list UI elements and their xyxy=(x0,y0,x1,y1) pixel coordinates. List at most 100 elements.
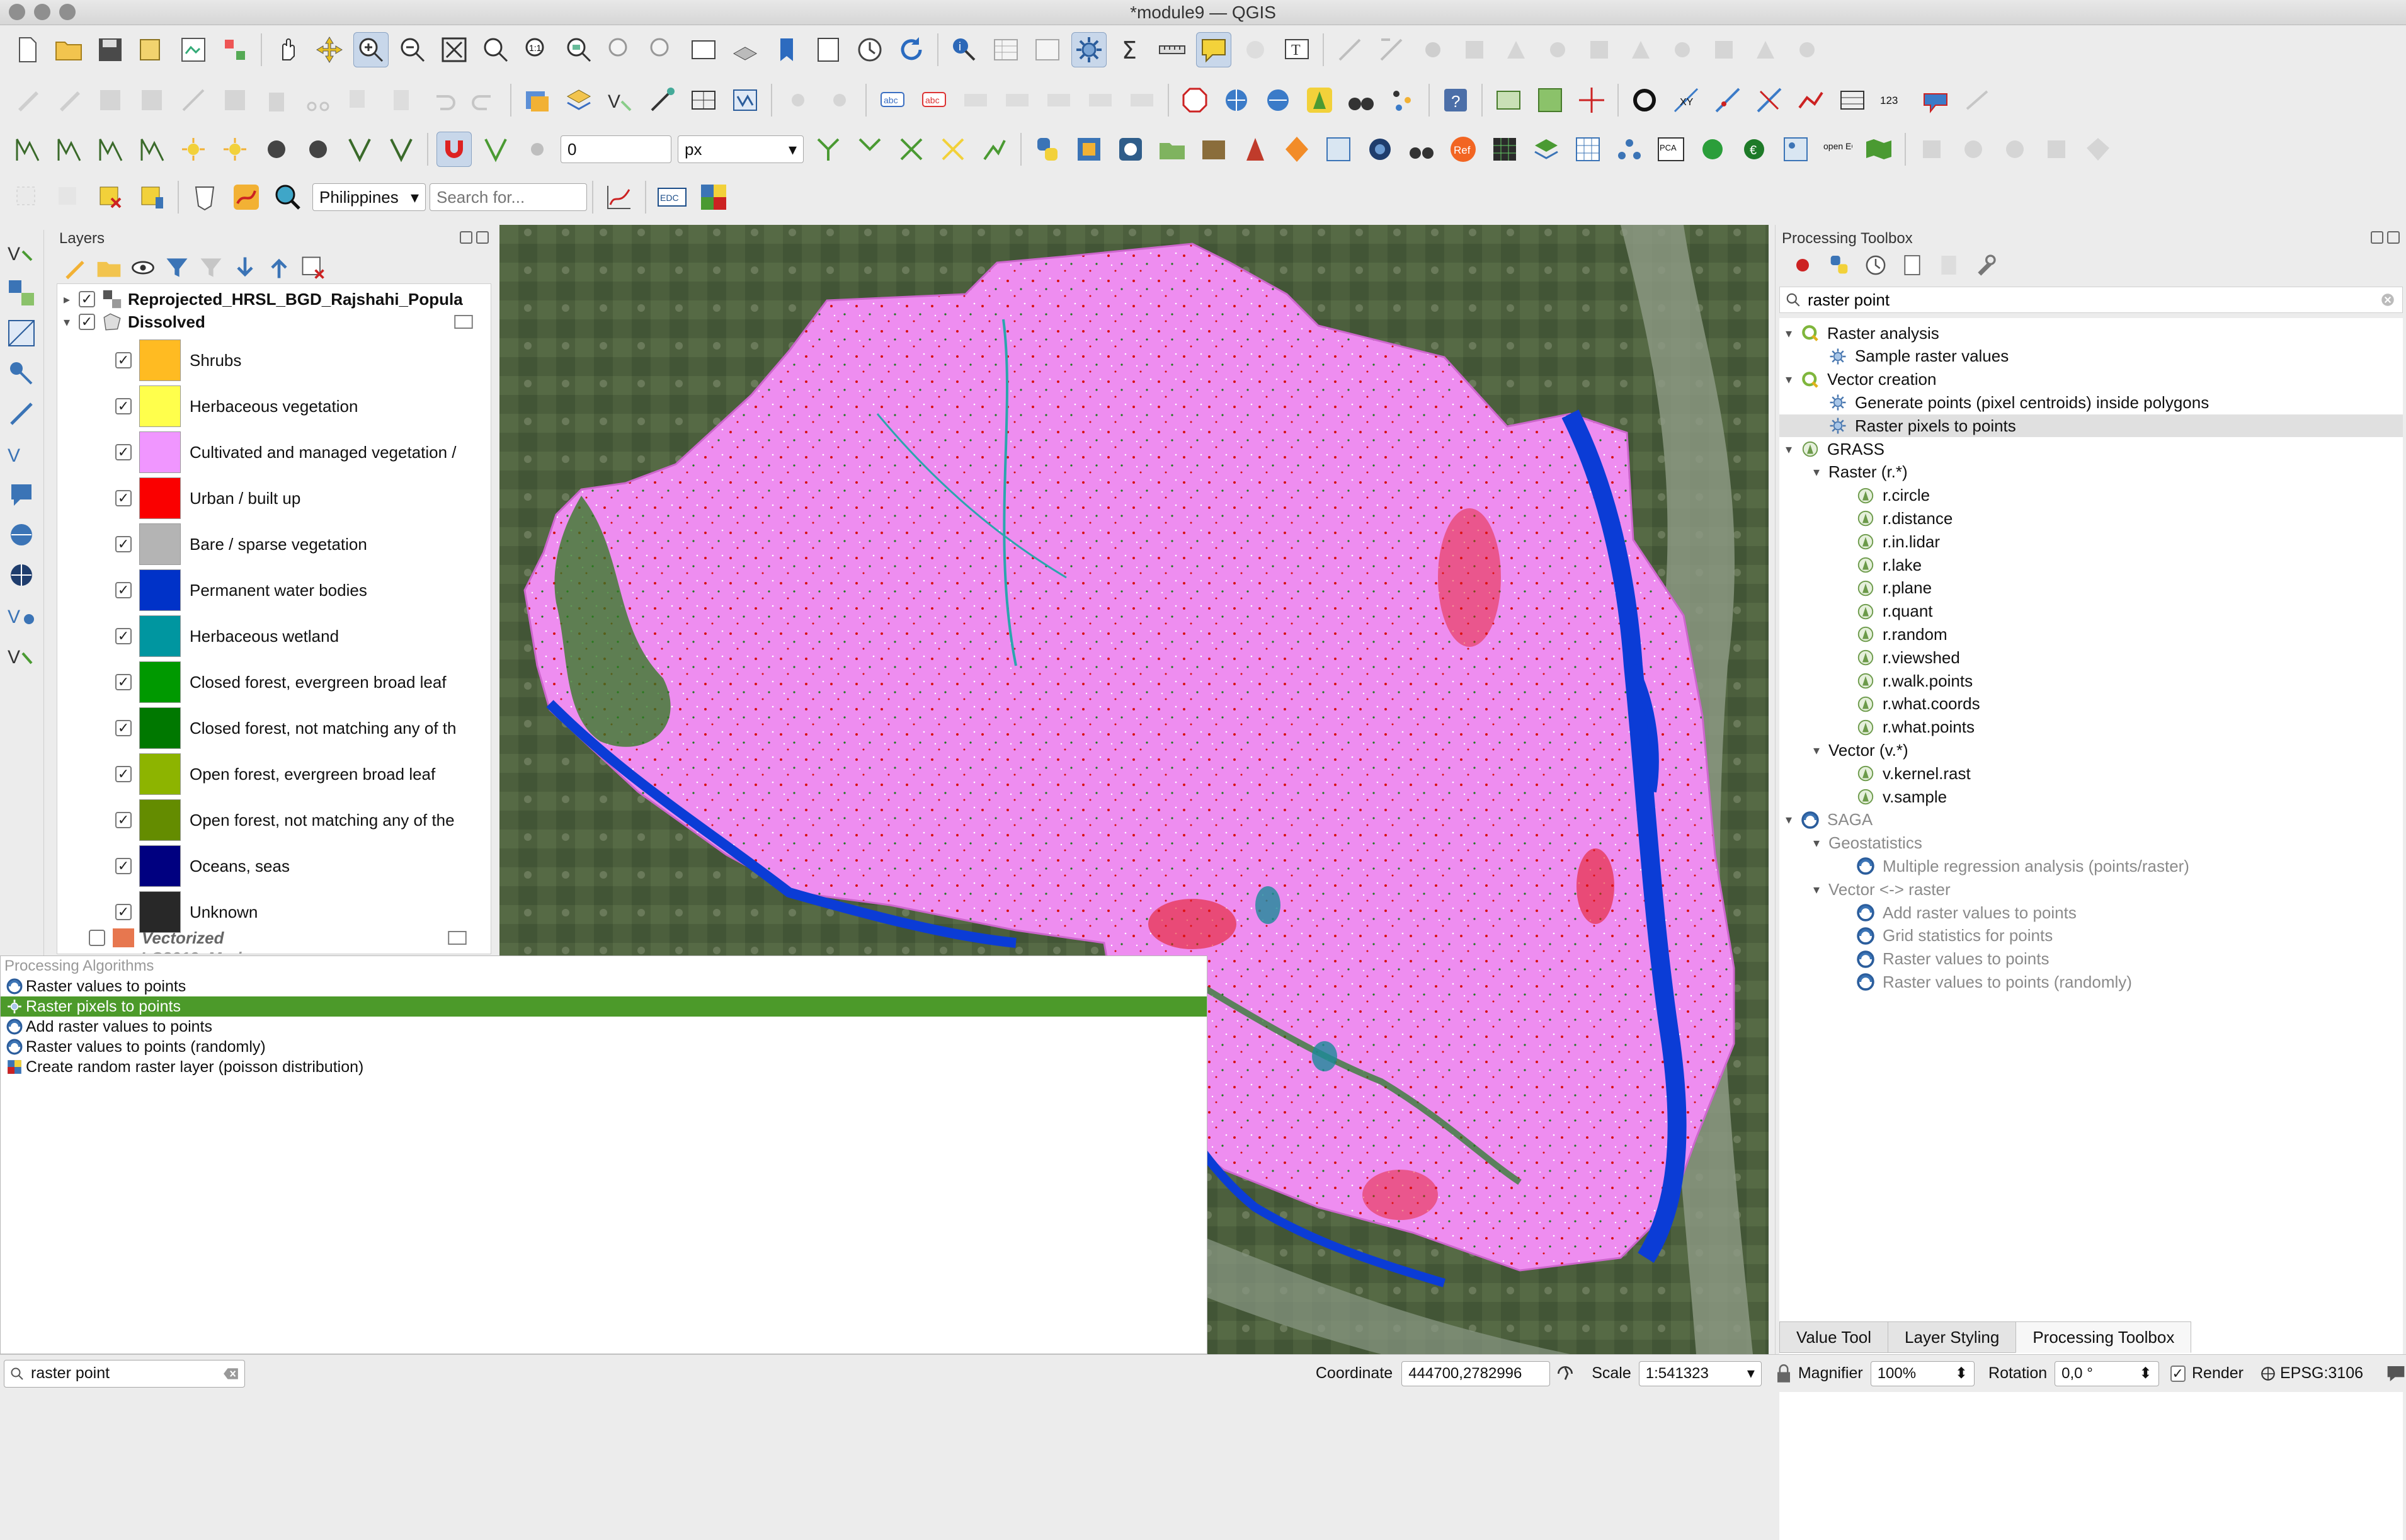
profile-plot-icon[interactable] xyxy=(602,180,637,215)
toolbox-group[interactable]: ▾ GRASS xyxy=(1779,438,2403,460)
close-panel-button[interactable] xyxy=(2387,231,2400,244)
clear-locator-icon[interactable] xyxy=(223,1367,239,1381)
plugin-icon-13[interactable] xyxy=(1612,132,1647,167)
remove-layer-icon[interactable] xyxy=(299,254,327,282)
add-feature-icon[interactable] xyxy=(134,83,169,118)
grid-tool-icon[interactable] xyxy=(1835,83,1870,118)
legend-item[interactable]: ✓ Shrubs xyxy=(57,338,491,383)
legend-item[interactable]: ✓ Herbaceous vegetation xyxy=(57,384,491,429)
georeferencer-icon[interactable] xyxy=(1491,83,1526,118)
route-tool-icon[interactable] xyxy=(1793,83,1828,118)
locator-search-icon[interactable] xyxy=(270,180,305,215)
toolbox-algorithm[interactable]: Raster pixels to points xyxy=(1779,414,2403,438)
layer-row-dissolved[interactable]: ▾ ✓ Dissolved xyxy=(64,309,473,334)
legend-item[interactable]: ✓ Cultivated and managed vegetation / xyxy=(57,430,491,475)
add-layer-icon[interactable] xyxy=(561,83,596,118)
shape-digit-icon-2[interactable] xyxy=(1956,132,1991,167)
legend-item-checkbox[interactable]: ✓ xyxy=(115,904,132,920)
measure-icon[interactable] xyxy=(1155,32,1190,67)
label-toolbar-icon-7[interactable] xyxy=(1124,83,1160,118)
map-plugin-icon[interactable] xyxy=(1861,132,1896,167)
label-toolbar-icon-2[interactable]: abc xyxy=(916,83,952,118)
topology-icon[interactable] xyxy=(811,132,846,167)
toolbox-group[interactable]: ▾ Vector creation xyxy=(1779,368,2403,391)
shape-digit-icon-5[interactable] xyxy=(2080,132,2116,167)
toolbox-group[interactable]: ▾ Raster analysis xyxy=(1779,322,2403,345)
legend-item[interactable]: ✓ Closed forest, evergreen broad leaf xyxy=(57,659,491,705)
deselect-icon[interactable] xyxy=(93,180,128,215)
zoom-selection-icon[interactable] xyxy=(478,32,513,67)
collapse-arrow-icon[interactable]: ▾ xyxy=(1786,372,1801,387)
pca-plugin-icon[interactable]: PCA xyxy=(1653,132,1689,167)
legend-item-checkbox[interactable]: ✓ xyxy=(115,766,132,782)
legend-item-checkbox[interactable]: ✓ xyxy=(115,398,132,414)
locator-result[interactable]: Raster values to points xyxy=(1,976,1207,996)
toolbox-algorithm[interactable]: r.plane xyxy=(1779,577,2403,600)
locator-result-selected[interactable]: Raster pixels to points xyxy=(1,996,1207,1017)
undo-icon[interactable] xyxy=(425,83,460,118)
paste-features-icon[interactable] xyxy=(384,83,419,118)
digitize-icon-7[interactable] xyxy=(1582,32,1617,67)
layer-tool-icon-2[interactable] xyxy=(300,132,336,167)
stroke-plugin-icon[interactable] xyxy=(229,180,264,215)
binoculars-icon[interactable] xyxy=(1343,83,1379,118)
zoom-out-icon[interactable] xyxy=(395,32,430,67)
collapse-arrow-icon[interactable]: ▾ xyxy=(1786,812,1801,828)
add-arcgis-layer-icon[interactable]: V xyxy=(4,598,39,633)
layer-indicator-icon[interactable] xyxy=(448,930,467,946)
zoom-full-icon[interactable] xyxy=(436,32,472,67)
snapping-units-select[interactable]: px ▾ xyxy=(678,135,804,163)
identify-features-icon[interactable]: i xyxy=(947,32,982,67)
toolbox-algorithm[interactable]: Multiple regression analysis (points/ras… xyxy=(1779,855,2403,877)
save-as-icon[interactable] xyxy=(134,32,169,67)
globe-plugin-icon-2[interactable] xyxy=(1260,83,1296,118)
legend-item[interactable]: ✓ Open forest, not matching any of the xyxy=(57,797,491,843)
ref-plugin-icon[interactable]: Ref xyxy=(1445,132,1481,167)
open-attribute-table-icon[interactable] xyxy=(988,32,1023,67)
shape-digit-icon-1[interactable] xyxy=(1914,132,1949,167)
add-wms-layer-icon[interactable] xyxy=(4,477,39,512)
toolbox-group[interactable]: ▾ Geostatistics xyxy=(1779,832,2403,855)
legend-item-checkbox[interactable]: ✓ xyxy=(115,490,132,506)
toolbox-algorithm[interactable]: Raster values to points xyxy=(1779,948,2403,971)
vertex-edit-icon-2[interactable] xyxy=(822,83,857,118)
self-snap-icon[interactable] xyxy=(977,132,1012,167)
sun-tool-icon-1[interactable] xyxy=(176,132,211,167)
digitize-icon-10[interactable] xyxy=(1706,32,1742,67)
toolbox-algorithm[interactable]: v.sample xyxy=(1779,785,2403,808)
add-wfs-layer-icon[interactable] xyxy=(4,557,39,593)
locator-result[interactable]: Raster values to points (randomly) xyxy=(1,1037,1207,1057)
toolbox-group[interactable]: ▾ Vector (v.*) xyxy=(1779,739,2403,761)
collapse-all-icon[interactable] xyxy=(265,254,293,282)
digitize-icon-3[interactable] xyxy=(1415,32,1451,67)
statistics-icon[interactable] xyxy=(1030,32,1065,67)
toolbox-algorithm[interactable]: r.lake xyxy=(1779,554,2403,576)
toolbox-search-field[interactable] xyxy=(1779,287,2403,313)
add-group-icon[interactable] xyxy=(95,254,123,282)
zoom-native-icon[interactable]: 1:1 xyxy=(520,32,555,67)
legend-item[interactable]: ✓ Urban / built up xyxy=(57,476,491,521)
add-mesh-layer-icon[interactable] xyxy=(4,316,39,351)
stop-shape-icon[interactable] xyxy=(1177,83,1212,118)
collapse-arrow-icon[interactable]: ▾ xyxy=(1813,835,1828,851)
edit-features-icon[interactable] xyxy=(1936,253,1961,278)
plugin-icon-5[interactable] xyxy=(1238,132,1273,167)
toolbox-group[interactable]: ▾ Vector <-> raster xyxy=(1779,878,2403,901)
filter-expression-icon[interactable] xyxy=(197,254,225,282)
history-icon[interactable] xyxy=(1863,253,1888,278)
snapping-tolerance-input[interactable] xyxy=(561,135,671,163)
crosshair-icon[interactable] xyxy=(1574,83,1609,118)
current-edits-icon[interactable] xyxy=(9,83,45,118)
new-project-icon[interactable] xyxy=(9,32,45,67)
redo-icon[interactable] xyxy=(467,83,502,118)
vertex-edit-icon[interactable] xyxy=(780,83,816,118)
legend-item-checkbox[interactable]: ✓ xyxy=(115,536,132,552)
snapping-magnet-icon[interactable] xyxy=(436,132,472,167)
layer-tool-icon-3[interactable] xyxy=(342,132,377,167)
expand-arrow-icon[interactable]: ▸ xyxy=(64,292,79,307)
toolbox-algorithm[interactable]: r.quant xyxy=(1779,600,2403,623)
label-toolbar-icon-1[interactable]: abc xyxy=(875,83,910,118)
snap-tool-icon-1[interactable] xyxy=(9,132,45,167)
add-raster-layer-icon[interactable] xyxy=(4,275,39,311)
legend-item-checkbox[interactable]: ✓ xyxy=(115,858,132,874)
